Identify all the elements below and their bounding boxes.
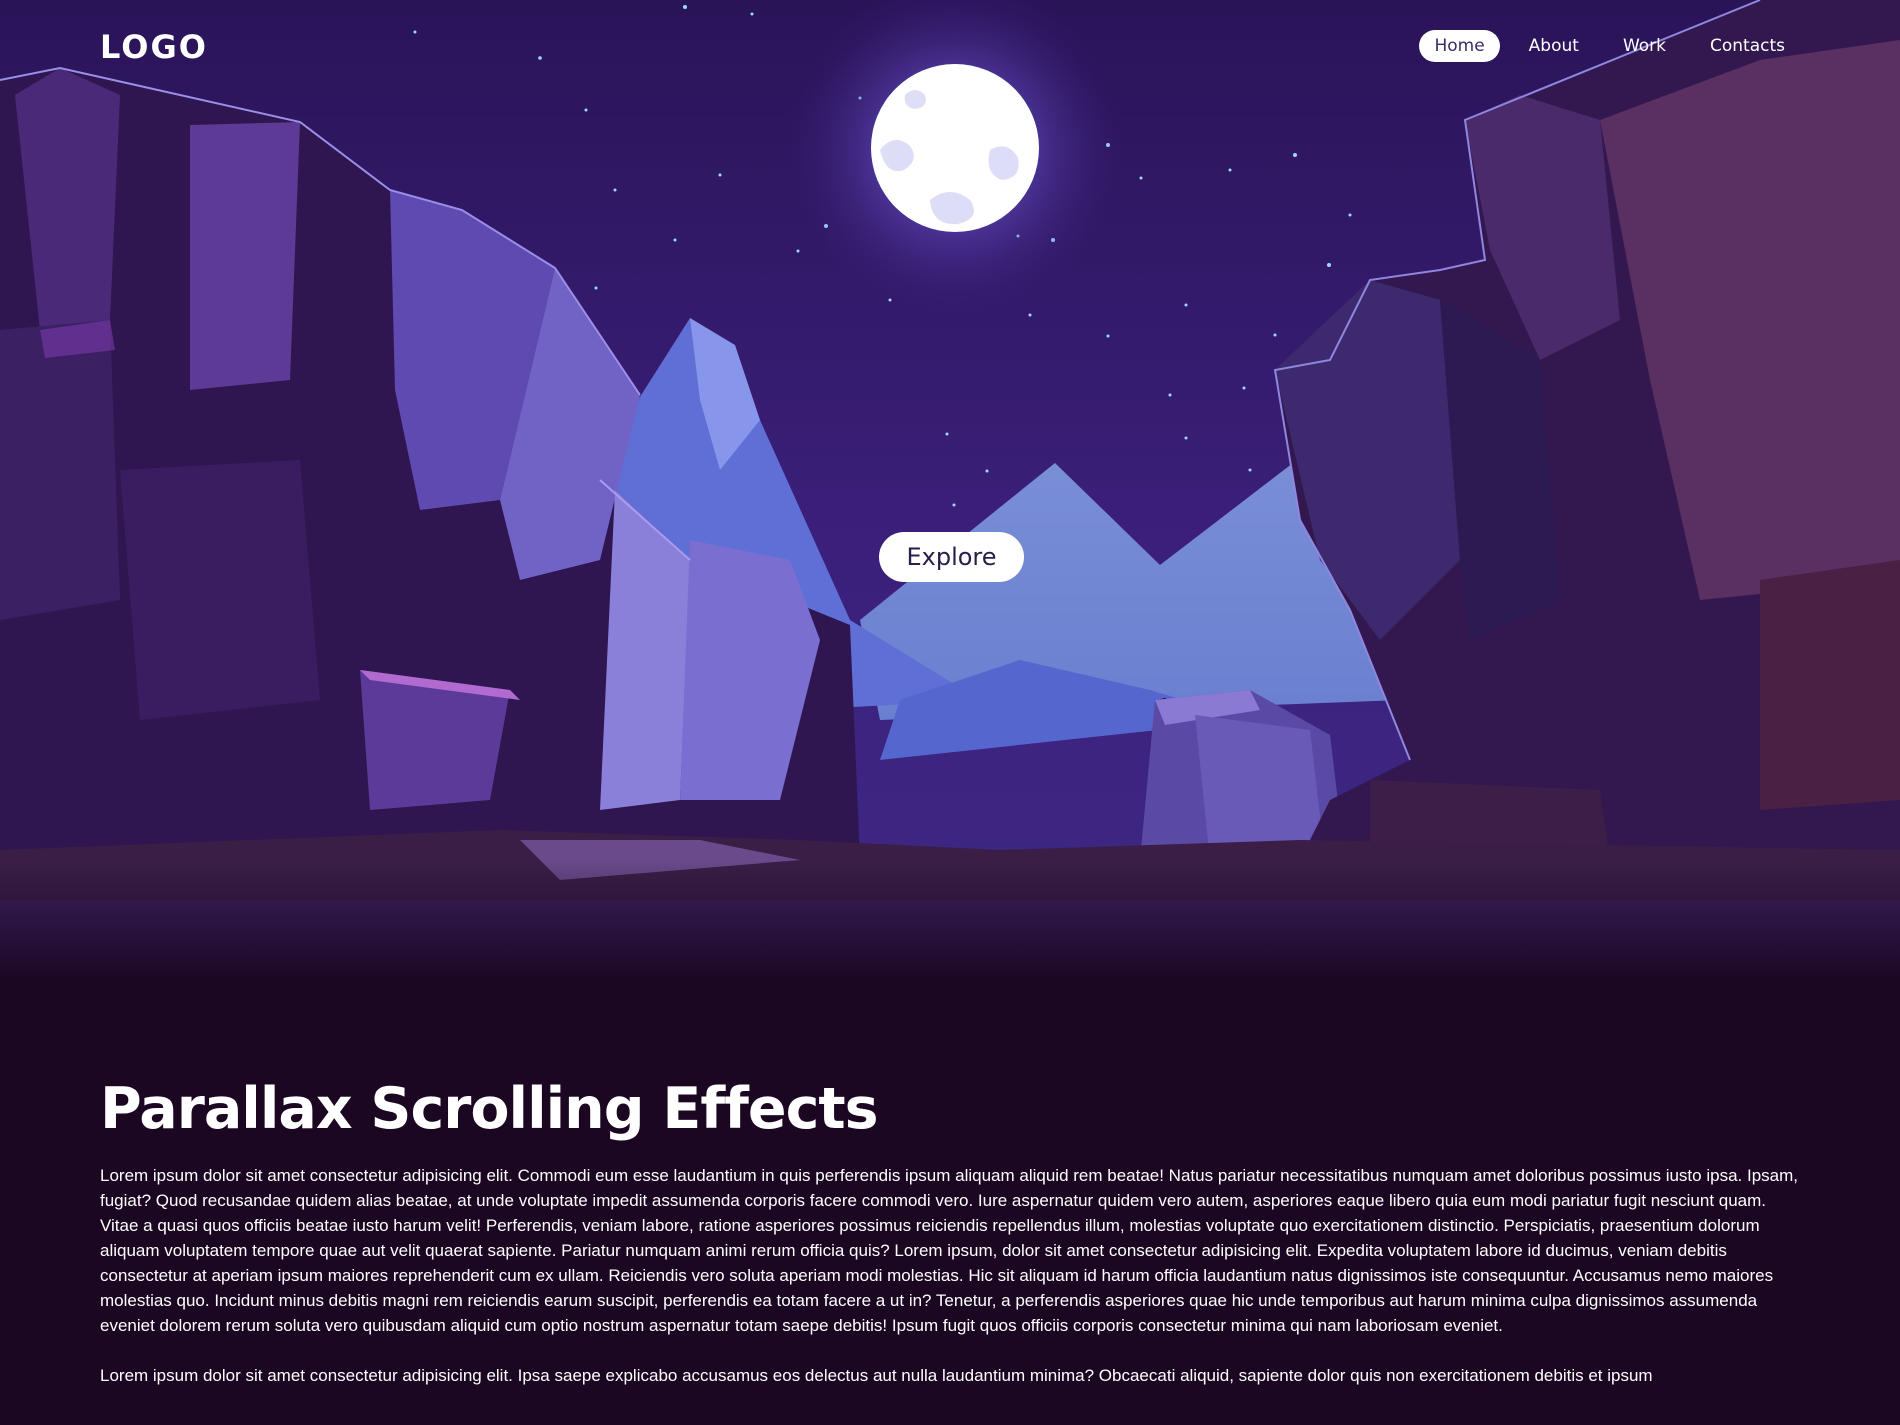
section-title: Parallax Scrolling Effects (100, 1076, 879, 1142)
hero-section: LOGO Home About Work Contacts Explore (0, 0, 1900, 980)
content-section: Parallax Scrolling Effects Lorem ipsum d… (100, 1075, 1805, 1413)
paragraph: Lorem ipsum dolor sit amet consectetur a… (100, 1166, 1798, 1336)
hero-illustration (0, 0, 1900, 980)
nav-home[interactable]: Home (1419, 30, 1500, 62)
logo[interactable]: LOGO (100, 28, 208, 66)
main-nav: Home About Work Contacts (1419, 30, 1800, 62)
explore-button[interactable]: Explore (879, 532, 1024, 582)
nav-contacts[interactable]: Contacts (1695, 30, 1800, 62)
site-header: LOGO Home About Work Contacts (0, 0, 1900, 95)
paragraph: Lorem ipsum dolor sit amet consectetur a… (100, 1366, 1653, 1386)
nav-about[interactable]: About (1514, 30, 1594, 62)
nav-work[interactable]: Work (1608, 30, 1681, 62)
